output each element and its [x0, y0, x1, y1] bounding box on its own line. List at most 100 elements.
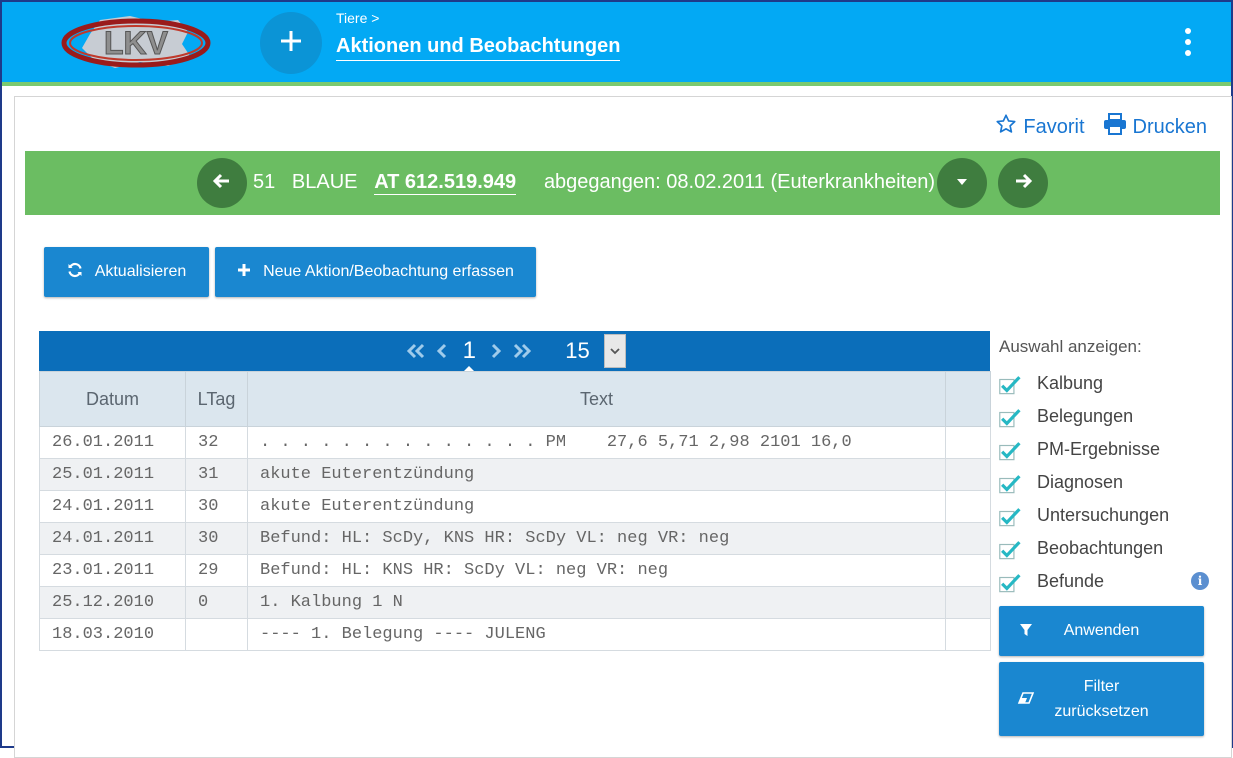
- refresh-label: Aktualisieren: [94, 263, 187, 280]
- checkbox-checked-icon[interactable]: [999, 406, 1021, 428]
- cell-lactation-day: 29: [185, 554, 248, 587]
- cell-lactation-day: 32: [185, 426, 248, 459]
- next-animal-button[interactable]: [998, 158, 1048, 208]
- checkbox-checked-icon[interactable]: [999, 505, 1021, 527]
- star-icon: [995, 113, 1017, 141]
- filter-option[interactable]: Kalbung: [999, 367, 1209, 400]
- table-row[interactable]: 26.01.2011 32 . . . . . . . . . . . . . …: [39, 426, 991, 459]
- page-size-value[interactable]: 15: [565, 338, 589, 364]
- filter-option[interactable]: Untersuchungen: [999, 499, 1209, 532]
- column-header-text[interactable]: Text: [247, 371, 946, 427]
- refresh-button[interactable]: Aktualisieren: [44, 247, 209, 297]
- table-row[interactable]: 24.01.2011 30 Befund: HL: ScDy, KNS HR: …: [39, 522, 991, 555]
- reset-filter-label-line2: zurücksetzen: [1054, 703, 1149, 720]
- cell-text: . . . . . . . . . . . . . . PM 27,6 5,71…: [247, 426, 946, 459]
- cell-empty: [945, 490, 991, 523]
- animal-status: abgegangen: 08.02.2011 (Euterkrankheiten…: [543, 171, 935, 193]
- pagination-bar: 1 15: [39, 331, 990, 373]
- filter-option-label: Untersuchungen: [1037, 505, 1170, 525]
- plus-icon: [237, 263, 251, 282]
- filter-option-label: PM-Ergebnisse: [1037, 439, 1161, 459]
- table-row[interactable]: 24.01.2011 30 akute Euterentzündung: [39, 490, 991, 523]
- cell-lactation-day: 30: [185, 490, 248, 523]
- animal-number: 51: [253, 171, 276, 193]
- filter-option[interactable]: Befunde i: [999, 565, 1209, 598]
- last-page-icon[interactable]: [509, 343, 535, 359]
- checkbox-checked-icon[interactable]: [999, 472, 1021, 494]
- print-label: Drucken: [1132, 115, 1207, 138]
- cell-date: 26.01.2011: [39, 426, 186, 459]
- favorite-label: Favorit: [1023, 115, 1085, 138]
- cell-text: 1. Kalbung 1 N: [247, 586, 946, 619]
- page-size-dropdown[interactable]: [603, 334, 626, 368]
- new-entry-button[interactable]: Neue Aktion/Beobachtung erfassen: [215, 247, 536, 297]
- cell-empty: [945, 586, 991, 619]
- reset-filter-label-line1: Filter: [1083, 678, 1120, 695]
- arrow-right-icon: [1013, 171, 1033, 196]
- cell-empty: [945, 458, 991, 491]
- next-page-icon[interactable]: [483, 343, 509, 359]
- ear-tag-link[interactable]: AT 612.519.949: [374, 171, 517, 195]
- cell-lactation-day: [185, 618, 248, 651]
- filter-option[interactable]: Diagnosen: [999, 466, 1209, 499]
- checkbox-checked-icon[interactable]: [999, 373, 1021, 395]
- table-row[interactable]: 25.01.2011 31 akute Euterentzündung: [39, 458, 991, 491]
- more-vert-icon[interactable]: [1178, 28, 1198, 56]
- table-row[interactable]: 18.03.2010 ---- 1. Belegung ---- JULENG: [39, 618, 991, 651]
- page-title: Aktionen und Beobachtungen: [336, 35, 621, 61]
- filter-option[interactable]: PM-Ergebnisse: [999, 433, 1209, 466]
- table-row[interactable]: 23.01.2011 29 Befund: HL: KNS HR: ScDy V…: [39, 554, 991, 587]
- cell-empty: [945, 618, 991, 651]
- cell-lactation-day: 31: [185, 458, 248, 491]
- animal-dropdown-button[interactable]: [937, 158, 987, 208]
- print-link[interactable]: Drucken: [1103, 113, 1207, 141]
- filter-title: Auswahl anzeigen:: [999, 337, 1142, 356]
- column-header-date[interactable]: Datum: [39, 371, 186, 427]
- current-page[interactable]: 1: [455, 337, 483, 373]
- column-header-empty: [945, 371, 991, 427]
- favorite-link[interactable]: Favorit: [995, 113, 1085, 141]
- eraser-icon: [1017, 691, 1035, 710]
- cell-empty: [945, 426, 991, 459]
- checkbox-checked-icon[interactable]: [999, 538, 1021, 560]
- cell-date: 24.01.2011: [39, 522, 186, 555]
- chevron-down-icon: [610, 342, 620, 360]
- breadcrumb[interactable]: Tiere >: [336, 10, 379, 26]
- caret-down-icon: [955, 174, 969, 192]
- cell-text: Befund: HL: ScDy, KNS HR: ScDy VL: neg V…: [247, 522, 946, 555]
- filter-option[interactable]: Belegungen: [999, 400, 1209, 433]
- lkv-logo[interactable]: LKV: [60, 12, 212, 74]
- new-entry-label: Neue Aktion/Beobachtung erfassen: [263, 263, 514, 280]
- reset-filter-button[interactable]: Filter zurücksetzen: [999, 662, 1204, 736]
- cell-date: 25.01.2011: [39, 458, 186, 491]
- arrow-left-icon: [212, 171, 232, 196]
- table-header-row: Datum LTag Text: [39, 371, 991, 427]
- filter-option-label: Befunde: [1037, 571, 1105, 591]
- filter-option-label: Diagnosen: [1037, 472, 1124, 492]
- refresh-icon: [67, 262, 83, 283]
- cell-empty: [945, 522, 991, 555]
- table-row[interactable]: 25.12.2010 0 1. Kalbung 1 N: [39, 586, 991, 619]
- cell-text: Befund: HL: KNS HR: ScDy VL: neg VR: neg: [247, 554, 946, 587]
- apply-filter-button[interactable]: Anwenden: [999, 606, 1204, 656]
- content-card: Favorit Drucken 51 BLAUE AT 612.519.949 …: [14, 96, 1232, 758]
- filter-option-label: Beobachtungen: [1037, 538, 1164, 558]
- previous-page-icon[interactable]: [429, 343, 455, 359]
- cell-text: akute Euterentzündung: [247, 458, 946, 491]
- cell-date: 25.12.2010: [39, 586, 186, 619]
- animal-bar: 51 BLAUE AT 612.519.949 abgegangen: 08.0…: [25, 151, 1220, 215]
- cell-lactation-day: 30: [185, 522, 248, 555]
- logo-text: LKV: [104, 25, 169, 61]
- add-button[interactable]: [260, 12, 322, 74]
- first-page-icon[interactable]: [403, 343, 429, 359]
- filter-option[interactable]: Beobachtungen: [999, 532, 1209, 565]
- cell-text: ---- 1. Belegung ---- JULENG: [247, 618, 946, 651]
- cell-date: 18.03.2010: [39, 618, 186, 651]
- plus-icon: [278, 28, 304, 59]
- checkbox-checked-icon[interactable]: [999, 439, 1021, 461]
- previous-animal-button[interactable]: [197, 158, 247, 208]
- info-icon[interactable]: i: [1191, 572, 1209, 590]
- column-header-lactation-day[interactable]: LTag: [185, 371, 248, 427]
- filter-icon: [1019, 623, 1033, 642]
- checkbox-checked-icon[interactable]: [999, 571, 1021, 593]
